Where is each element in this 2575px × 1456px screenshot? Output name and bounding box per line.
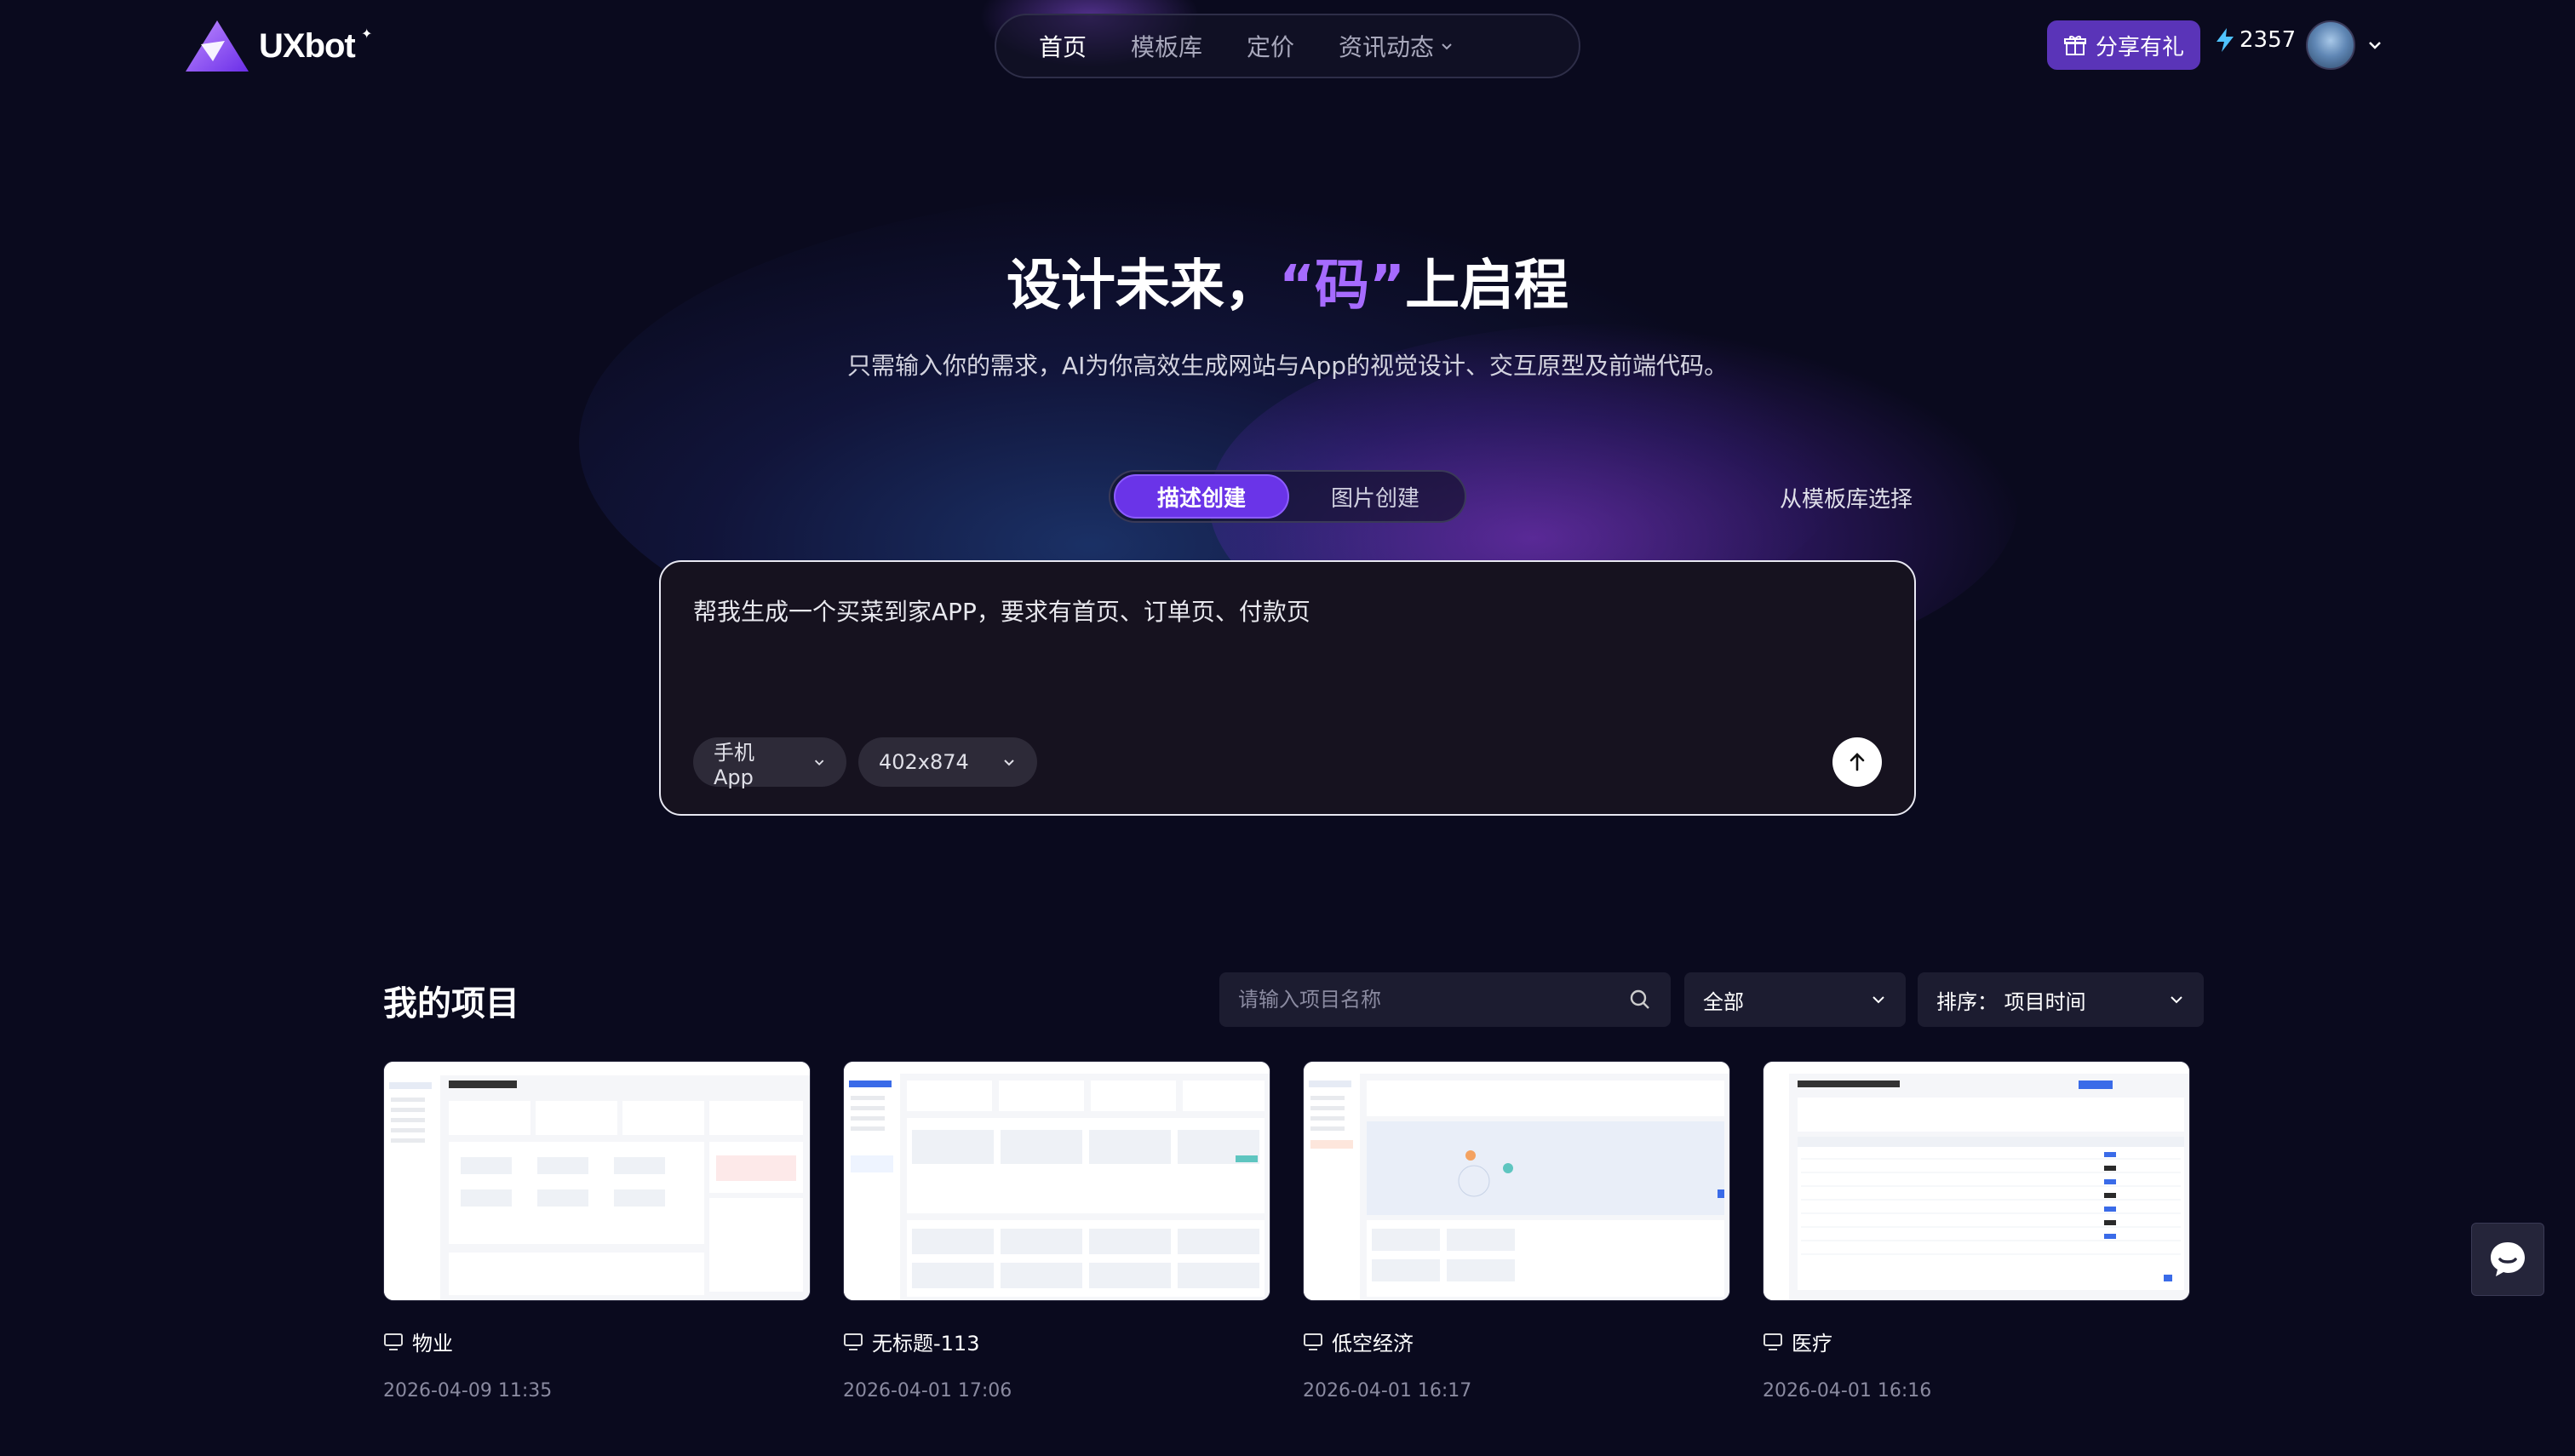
monitor-icon xyxy=(844,1333,863,1350)
credits-value: 2357 xyxy=(2240,27,2297,53)
brand-logo[interactable]: UXbot ✦ xyxy=(184,19,372,73)
project-date: 2026-04-01 16:16 xyxy=(1763,1380,1932,1402)
nav-news-label: 资讯动态 xyxy=(1339,33,1435,61)
project-meta: 无标题-113 xyxy=(843,1327,1270,1356)
sort-label-group: 排序： 项目时间 xyxy=(1936,985,2086,1015)
nav-home[interactable]: 首页 xyxy=(1017,29,1109,63)
chat-support-button[interactable] xyxy=(2471,1223,2544,1296)
project-meta: 物业 xyxy=(383,1327,811,1356)
monitor-icon xyxy=(1764,1333,1782,1350)
project-card[interactable]: 医疗 2026-04-01 16:16 xyxy=(1763,1061,2190,1402)
project-thumbnail[interactable] xyxy=(843,1061,1270,1301)
device-select-value: 手机App xyxy=(714,740,754,789)
project-filter-select[interactable]: 全部 xyxy=(1684,972,1906,1027)
project-search-input[interactable] xyxy=(1238,972,1613,1027)
credits-counter[interactable]: 2357 xyxy=(2214,27,2296,53)
sort-label: 排序： xyxy=(1936,989,1998,1014)
hero-title-before: 设计未来， xyxy=(1006,255,1279,318)
project-card[interactable]: 无标题-113 2026-04-01 17:06 xyxy=(843,1061,1270,1402)
from-template-link[interactable]: 从模板库选择 xyxy=(1780,482,1913,513)
logo-mark-icon xyxy=(186,20,249,72)
tab-describe-create[interactable]: 描述创建 xyxy=(1114,474,1289,519)
share-gift-button[interactable]: 分享有礼 xyxy=(2047,20,2200,70)
chevron-down-icon[interactable] xyxy=(2366,36,2384,54)
chevron-down-icon xyxy=(814,760,824,765)
main-nav: 首页 模板库 定价 资讯动态 xyxy=(995,14,1580,78)
project-name: 低空经济 xyxy=(1332,1332,1414,1356)
project-meta: 低空经济 xyxy=(1303,1327,1730,1356)
nav-pricing[interactable]: 定价 xyxy=(1224,29,1316,63)
project-date: 2026-04-01 17:06 xyxy=(843,1380,1012,1402)
sort-value: 项目时间 xyxy=(2004,989,2086,1014)
project-filter-value: 全部 xyxy=(1703,989,1744,1014)
project-name: 物业 xyxy=(412,1332,453,1356)
nav-templates[interactable]: 模板库 xyxy=(1109,29,1224,63)
chevron-down-icon xyxy=(1004,760,1014,766)
share-gift-label: 分享有礼 xyxy=(2095,34,2184,60)
project-thumbnail[interactable] xyxy=(1763,1061,2190,1301)
sparkle-icon: ✦ xyxy=(361,26,373,42)
project-thumbnail[interactable] xyxy=(383,1061,811,1301)
brand-name: UXbot xyxy=(259,26,356,65)
monitor-icon xyxy=(1304,1333,1322,1350)
hero-title-after: 上启程 xyxy=(1405,255,1569,318)
prompt-box: 手机App 402x874 xyxy=(659,560,1916,816)
project-name: 无标题-113 xyxy=(872,1332,980,1356)
hero-title: 设计未来，“码”上启程 xyxy=(0,242,2575,320)
chevron-down-icon xyxy=(1442,43,1452,50)
project-date: 2026-04-09 11:35 xyxy=(383,1380,553,1402)
project-meta: 医疗 xyxy=(1763,1327,2190,1356)
nav-news[interactable]: 资讯动态 xyxy=(1316,29,1477,63)
avatar[interactable] xyxy=(2306,20,2355,70)
hero-title-highlight: “码” xyxy=(1278,255,1406,318)
chat-bubble-icon xyxy=(2491,1242,2525,1276)
projects-title: 我的项目 xyxy=(383,984,519,1023)
project-name: 医疗 xyxy=(1792,1332,1832,1356)
device-select[interactable]: 手机App xyxy=(693,737,846,789)
lightning-icon xyxy=(2217,28,2234,52)
hero-subtitle: 只需输入你的需求，AI为你高效生成网站与App的视觉设计、交互原型及前端代码。 xyxy=(846,352,1729,380)
project-card[interactable]: 物业 2026-04-09 11:35 xyxy=(383,1061,811,1402)
create-mode-tabs: 描述创建 图片创建 xyxy=(1109,470,1466,523)
gift-icon xyxy=(2063,36,2086,55)
chevron-down-icon xyxy=(1872,996,1884,1004)
prompt-input[interactable] xyxy=(693,596,1800,624)
search-icon[interactable] xyxy=(1628,988,1652,1012)
project-search xyxy=(1219,972,1671,1027)
project-sort-select[interactable]: 排序： 项目时间 xyxy=(1918,972,2204,1027)
arrow-up-icon xyxy=(1850,753,1865,771)
project-cards: 物业 2026-04-09 11:35 无标题-113 2026-04-01 1… xyxy=(383,1061,2190,1402)
project-thumbnail[interactable] xyxy=(1303,1061,1730,1301)
monitor-icon xyxy=(384,1333,403,1350)
size-select-value: 402x874 xyxy=(879,750,969,774)
project-card[interactable]: 低空经济 2026-04-01 16:17 xyxy=(1303,1061,1730,1402)
send-button[interactable] xyxy=(1832,737,1882,787)
project-date: 2026-04-01 16:17 xyxy=(1303,1380,1472,1402)
tab-image-create[interactable]: 图片创建 xyxy=(1289,474,1461,519)
chevron-down-icon xyxy=(2171,996,2182,1004)
size-select[interactable]: 402x874 xyxy=(858,737,1037,787)
